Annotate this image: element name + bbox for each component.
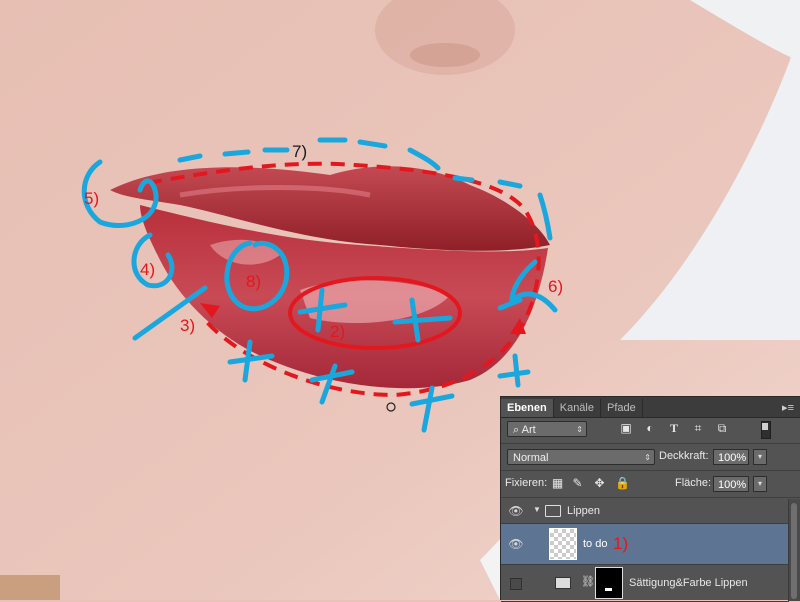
updown-arrow-icon: ⇕ <box>576 425 583 434</box>
scrollbar-thumb[interactable] <box>791 503 797 599</box>
filter-kind-select[interactable]: ⌕ Art ⇕ <box>507 421 587 437</box>
group-expand-icon[interactable]: ▼ <box>533 505 541 514</box>
lock-label: Fixieren: <box>505 477 548 489</box>
folder-icon <box>545 505 561 517</box>
blend-mode-value: Normal <box>513 452 549 464</box>
layer-row-lippen[interactable]: 👁 ▼ Lippen <box>501 499 789 524</box>
annotation-2: 2) <box>330 322 346 341</box>
lock-all-icon[interactable]: 🔒 <box>615 477 630 490</box>
search-icon: ⌕ <box>513 424 520 436</box>
image-filter-icon[interactable]: ▣ <box>619 421 633 435</box>
adjustment-filter-icon[interactable]: ◐ <box>643 421 657 435</box>
layer-name: Lippen <box>567 505 601 517</box>
adjustment-layer-icon <box>555 577 571 589</box>
updown-arrow-icon: ⇕ <box>644 453 651 462</box>
layer-mask-thumbnail <box>595 567 623 599</box>
opacity-label: Deckkraft: <box>659 450 709 462</box>
layer-name: Sättigung&Farbe Lippen <box>629 577 748 589</box>
visibility-toggle-off[interactable] <box>510 578 522 590</box>
layer-thumbnail <box>549 528 577 560</box>
fill-label: Fläche: <box>675 477 712 489</box>
opacity-field[interactable]: 100% <box>713 449 749 465</box>
opacity-dropdown-button[interactable]: ▾ <box>753 449 767 465</box>
annotation-5: 5) <box>84 189 100 208</box>
lock-transparency-icon[interactable]: ▦ <box>551 477 564 490</box>
layer-row-to-do[interactable]: 👁 to do 1) <box>501 524 789 565</box>
visibility-eye-icon[interactable]: 👁 <box>507 504 525 518</box>
annotation-4: 4) <box>140 260 156 279</box>
layers-panel: Ebenen Kanäle Pfade ▸≡ ⌕ Art ⇕ ▣ ◐ T ⌗ ⧉… <box>500 396 800 602</box>
tab-pfade[interactable]: Pfade <box>601 399 643 417</box>
blend-mode-select[interactable]: Normal ⇕ <box>507 449 655 465</box>
chain-link-icon[interactable]: ⛓ <box>581 575 595 588</box>
blend-row: Normal ⇕ Deckkraft: 100% ▾ <box>501 443 800 471</box>
annotation-7: 7) <box>292 142 308 161</box>
lock-brush-icon[interactable]: ✎ <box>571 477 584 490</box>
annotation-3: 3) <box>180 316 196 335</box>
tab-ebenen[interactable]: Ebenen <box>501 399 554 417</box>
panel-menu-icon[interactable]: ▸≡ <box>782 401 794 414</box>
filter-toggle-switch[interactable] <box>761 421 771 439</box>
annotation-8: 8) <box>246 272 262 291</box>
shape-filter-icon[interactable]: ⌗ <box>691 421 705 435</box>
fill-field[interactable]: 100% <box>713 476 749 492</box>
layer-filter-row: ⌕ Art ⇕ ▣ ◐ T ⌗ ⧉ <box>501 418 800 440</box>
tab-kanaele[interactable]: Kanäle <box>554 399 601 417</box>
panel-tabs: Ebenen Kanäle Pfade ▸≡ <box>501 397 800 418</box>
lock-position-icon[interactable]: ✥ <box>593 477 606 490</box>
layers-scrollbar[interactable] <box>788 499 800 601</box>
filter-kind-label: Art <box>521 424 536 436</box>
visibility-eye-icon[interactable]: 👁 <box>507 537 525 551</box>
annotation-6: 6) <box>548 277 564 296</box>
layer-row-saettigung[interactable]: ⛓ Sättigung&Farbe Lippen <box>501 565 789 602</box>
type-filter-icon[interactable]: T <box>667 421 681 435</box>
fill-dropdown-button[interactable]: ▾ <box>753 476 767 492</box>
layer-note: 1) <box>613 534 629 553</box>
lock-row: Fixieren: ▦ ✎ ✥ 🔒 Fläche: 100% ▾ <box>501 471 800 498</box>
smartobject-filter-icon[interactable]: ⧉ <box>715 421 729 435</box>
layer-name: to do <box>583 538 608 550</box>
